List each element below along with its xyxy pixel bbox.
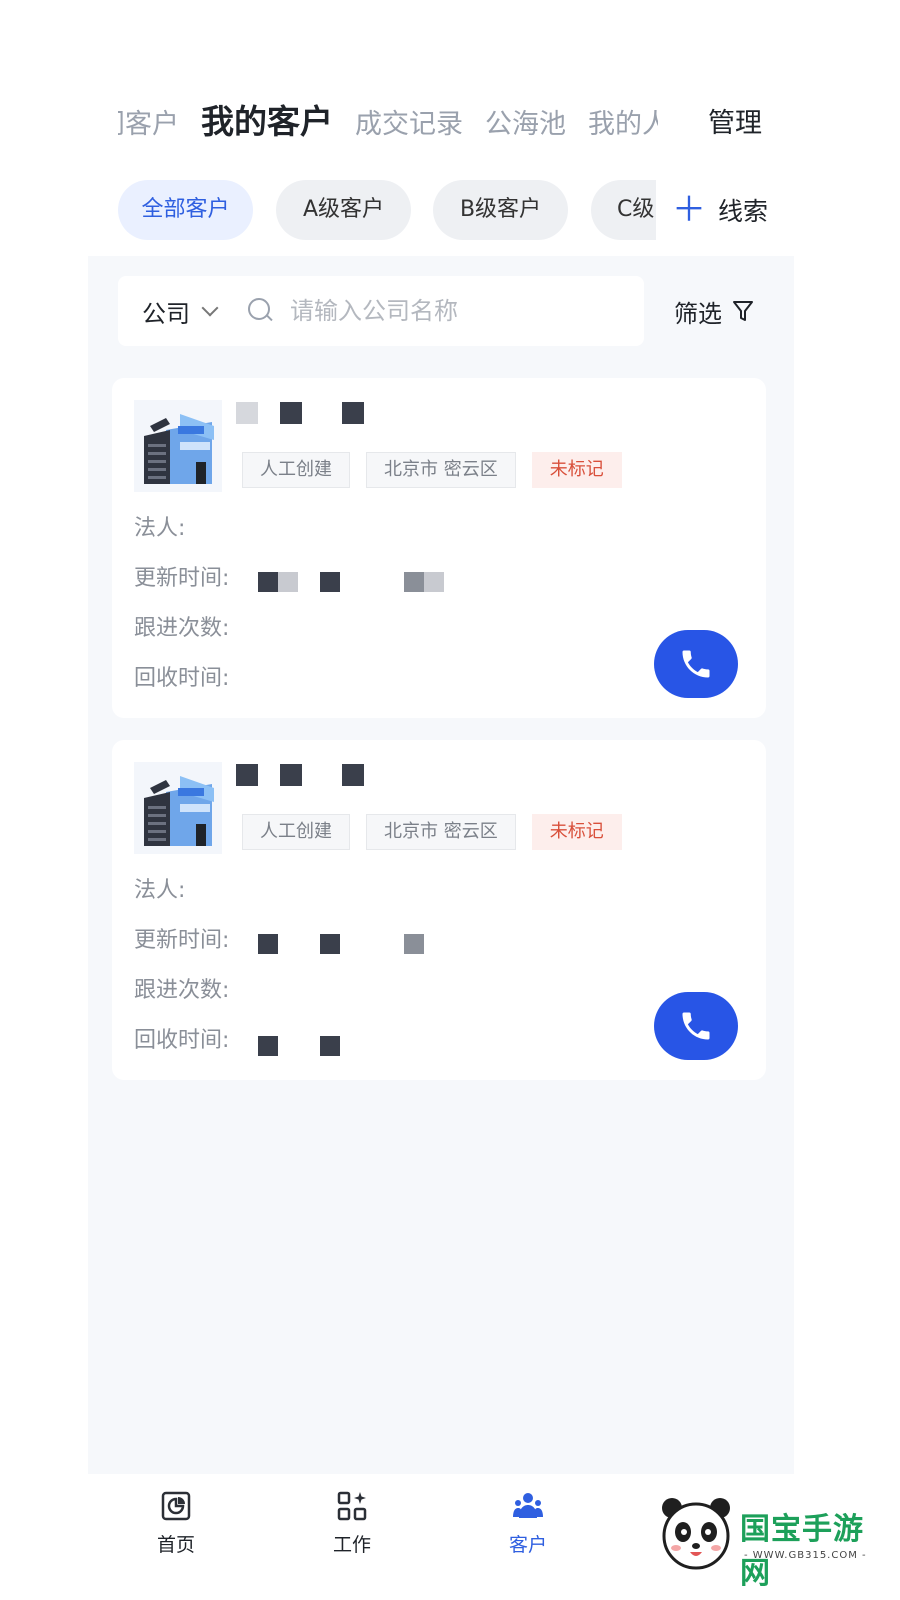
call-button[interactable] bbox=[654, 630, 738, 698]
panda-logo-icon bbox=[662, 1498, 730, 1570]
nav-home-label: 首页 bbox=[156, 1534, 195, 1556]
region-tag: 北京市 密云区 bbox=[366, 452, 516, 488]
company-search-input[interactable] bbox=[290, 297, 610, 325]
mark-status-tag: 未标记 bbox=[531, 814, 622, 850]
company-building-icon bbox=[134, 400, 222, 492]
home-icon bbox=[161, 1491, 191, 1521]
company-name-redacted bbox=[236, 762, 376, 788]
source-tag: 人工创建 bbox=[242, 814, 350, 850]
tab-team-customers[interactable]: 门客户 bbox=[118, 103, 179, 147]
search-icon bbox=[248, 298, 274, 324]
nav-customers-label: 客户 bbox=[508, 1534, 547, 1556]
funnel-icon bbox=[733, 301, 753, 321]
tab-my-contacts[interactable]: 我的人脉 bbox=[588, 103, 658, 147]
company-name-redacted bbox=[236, 400, 376, 426]
company-building-icon bbox=[134, 762, 222, 854]
recycle-time-label: 回收时间: bbox=[134, 666, 230, 691]
region-tag: 北京市 密云区 bbox=[366, 814, 516, 850]
nav-work[interactable]: 工作 bbox=[312, 1490, 392, 1557]
filter-button[interactable]: 筛选 bbox=[674, 290, 754, 332]
customer-tabs: 门客户 我的客户 成交记录 公海池 我的人脉 bbox=[118, 100, 658, 150]
legal-person-label: 法人: bbox=[134, 878, 186, 903]
watermark-url: - WWW.GB315.COM - bbox=[744, 1550, 867, 1561]
phone-icon bbox=[682, 1012, 710, 1040]
customer-tags: 人工创建 北京市 密云区 未标记 bbox=[242, 452, 638, 488]
search-scope-select[interactable]: 公司 bbox=[142, 294, 219, 329]
phone-icon bbox=[682, 650, 710, 678]
legal-person-label: 法人: bbox=[134, 516, 186, 541]
filter-label: 筛选 bbox=[674, 299, 722, 328]
source-tag: 人工创建 bbox=[242, 452, 350, 488]
tab-public-pool[interactable]: 公海池 bbox=[485, 103, 566, 147]
chip-b-level[interactable]: B级客户 bbox=[433, 180, 568, 240]
search-scope-label: 公司 bbox=[142, 299, 190, 328]
tab-deal-records[interactable]: 成交记录 bbox=[355, 103, 463, 147]
customer-card[interactable]: 人工创建 北京市 密云区 未标记 法人: 更新时间: 跟进次数: 回收时间: bbox=[112, 378, 766, 718]
chevron-down-icon bbox=[201, 299, 219, 317]
work-grid-icon bbox=[337, 1491, 367, 1521]
chip-c-level[interactable]: C级 bbox=[591, 180, 656, 240]
level-filter-chips: 全部客户 A级客户 B级客户 C级 bbox=[118, 180, 656, 240]
nav-work-label: 工作 bbox=[332, 1534, 371, 1556]
customer-card[interactable]: 人工创建 北京市 密云区 未标记 法人: 更新时间: 跟进次数: 回收时间: bbox=[112, 740, 766, 1080]
chip-a-level[interactable]: A级客户 bbox=[276, 180, 411, 240]
call-button[interactable] bbox=[654, 992, 738, 1060]
manage-button[interactable]: 管理 bbox=[708, 104, 762, 144]
nav-customers[interactable]: 客户 bbox=[488, 1490, 568, 1557]
mark-status-tag: 未标记 bbox=[531, 452, 622, 488]
update-time-label: 更新时间: bbox=[134, 566, 230, 591]
nav-home[interactable]: 首页 bbox=[136, 1490, 216, 1557]
customer-tags: 人工创建 北京市 密云区 未标记 bbox=[242, 814, 638, 850]
site-watermark: 国宝手游网 - WWW.GB315.COM - bbox=[652, 1488, 882, 1591]
customers-icon bbox=[513, 1493, 543, 1518]
add-clue-button[interactable]: ＋ 线索 bbox=[672, 186, 768, 234]
follow-count-label: 跟进次数: bbox=[134, 616, 230, 641]
tab-my-customers[interactable]: 我的客户 bbox=[201, 100, 333, 144]
clue-label: 线索 bbox=[718, 197, 769, 226]
chip-all-customers[interactable]: 全部客户 bbox=[118, 180, 253, 240]
update-time-label: 更新时间: bbox=[134, 928, 230, 953]
follow-count-label: 跟进次数: bbox=[134, 978, 230, 1003]
search-bar: 公司 bbox=[118, 276, 644, 346]
recycle-time-label: 回收时间: bbox=[134, 1028, 230, 1053]
watermark-text: 国宝手游网 bbox=[740, 1512, 864, 1591]
plus-icon: ＋ bbox=[672, 190, 706, 230]
